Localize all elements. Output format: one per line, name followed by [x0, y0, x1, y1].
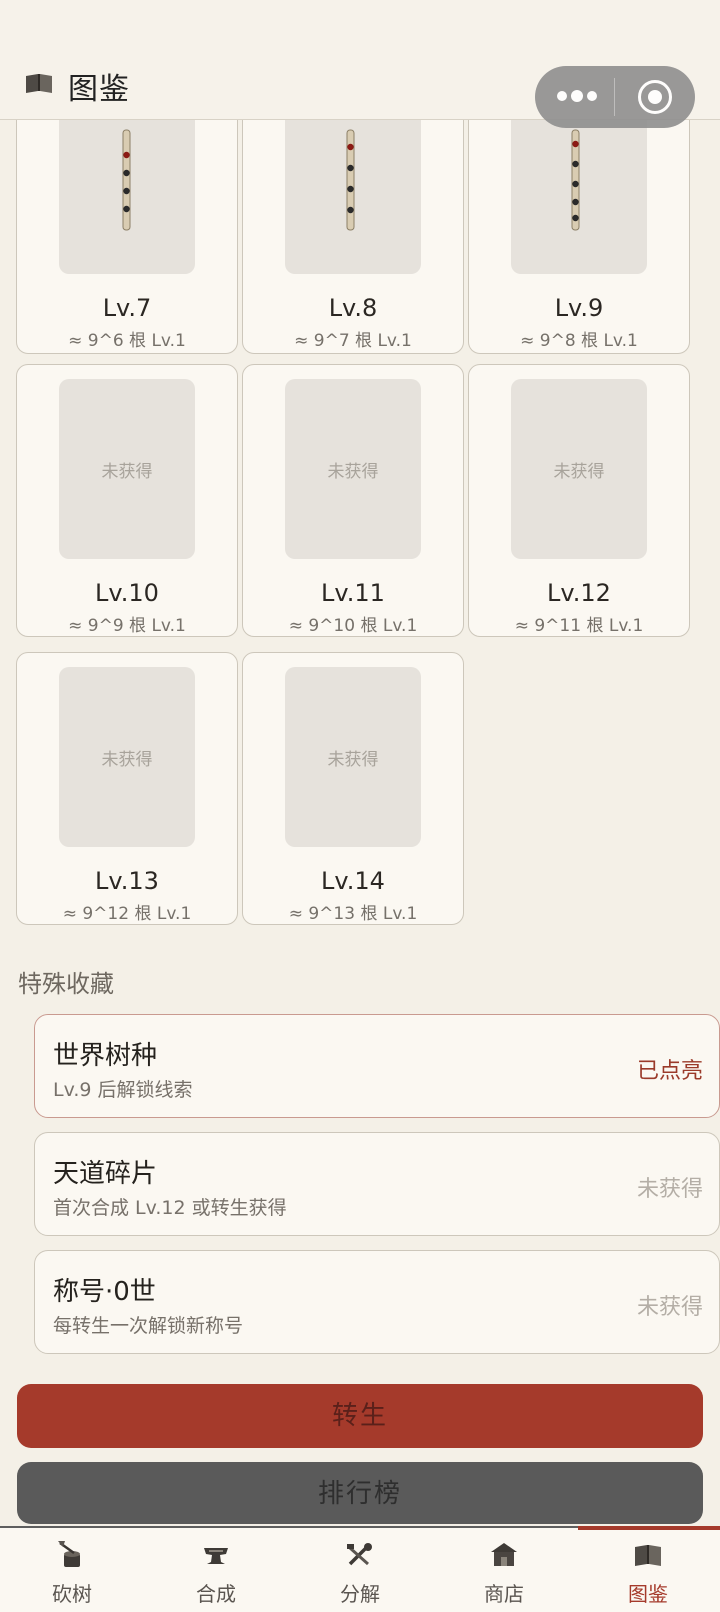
special-item-desc: 首次合成 Lv.12 或转生获得: [53, 1197, 287, 1219]
locked-label: 未获得: [327, 462, 379, 482]
card-level: Lv.11: [321, 579, 385, 607]
tab-label: 分解: [340, 1582, 380, 1606]
page-header: 图鉴: [0, 0, 720, 128]
collection-card-lv14[interactable]: 未获得 Lv.14 ≈ 9^13 根 Lv.1: [242, 652, 464, 925]
special-item-world-tree-seed[interactable]: 世界树种 Lv.9 后解锁线索 已点亮: [34, 1014, 720, 1118]
axe-stump-icon: [58, 1541, 80, 1567]
card-level: Lv.13: [95, 867, 159, 895]
stick-icon: [346, 129, 355, 231]
tab-decompose[interactable]: 分解: [288, 1528, 432, 1612]
rebirth-button[interactable]: 转生: [17, 1384, 703, 1448]
tab-shop[interactable]: 商店: [432, 1528, 576, 1612]
locked-placeholder: 未获得: [285, 379, 421, 559]
stick-image: [285, 94, 421, 274]
special-item-name: 天道碎片: [53, 1159, 158, 1189]
tab-craft[interactable]: 合成: [144, 1528, 288, 1612]
collection-card-lv11[interactable]: 未获得 Lv.11 ≈ 9^10 根 Lv.1: [242, 364, 464, 637]
card-requirement: ≈ 9^13 根 Lv.1: [288, 904, 418, 924]
locked-label: 未获得: [553, 462, 605, 482]
card-level: Lv.10: [95, 579, 159, 607]
card-requirement: ≈ 9^10 根 Lv.1: [288, 616, 418, 636]
card-requirement: ≈ 9^9 根 Lv.1: [68, 616, 186, 636]
book-icon: [635, 1545, 661, 1566]
special-item-heaven-fragment[interactable]: 天道碎片 首次合成 Lv.12 或转生获得 未获得: [34, 1132, 720, 1236]
collection-card-lv9[interactable]: Lv.9 ≈ 9^8 根 Lv.1: [468, 94, 690, 354]
special-item-status: 已点亮: [636, 1059, 703, 1084]
collection-card-lv12[interactable]: 未获得 Lv.12 ≈ 9^11 根 Lv.1: [468, 364, 690, 637]
special-collection-title: 特殊收藏: [18, 970, 114, 998]
tab-label: 合成: [196, 1582, 236, 1606]
tab-chop[interactable]: 砍树: [0, 1528, 144, 1612]
special-item-name: 称号·0世: [53, 1277, 156, 1307]
capsule-divider: [614, 78, 615, 116]
shop-icon: [491, 1543, 517, 1566]
collection-card-lv13[interactable]: 未获得 Lv.13 ≈ 9^12 根 Lv.1: [16, 652, 238, 925]
locked-placeholder: 未获得: [59, 379, 195, 559]
book-icon: [26, 74, 52, 93]
collection-card-lv7[interactable]: Lv.7 ≈ 9^6 根 Lv.1: [16, 94, 238, 354]
tab-collection[interactable]: 图鉴: [576, 1526, 720, 1612]
card-level: Lv.8: [328, 294, 378, 322]
tab-label: 图鉴: [628, 1582, 668, 1606]
card-level: Lv.9: [554, 294, 604, 322]
close-mini-program-icon[interactable]: [638, 80, 672, 114]
anvil-icon: [204, 1548, 228, 1564]
special-item-title-badge[interactable]: 称号·0世 每转生一次解锁新称号 未获得: [34, 1250, 720, 1354]
locked-label: 未获得: [327, 750, 379, 770]
special-item-status: 未获得: [636, 1177, 703, 1202]
tab-label: 砍树: [52, 1582, 92, 1606]
locked-label: 未获得: [101, 462, 153, 482]
card-requirement: ≈ 9^12 根 Lv.1: [62, 904, 192, 924]
card-requirement: ≈ 9^6 根 Lv.1: [68, 331, 186, 351]
special-item-desc: Lv.9 后解锁线索: [53, 1079, 193, 1101]
more-icon[interactable]: [557, 90, 597, 103]
card-level: Lv.14: [321, 867, 385, 895]
page-title: 图鉴: [68, 72, 130, 107]
leaderboard-button[interactable]: 排行榜: [17, 1462, 703, 1524]
special-item-status: 未获得: [636, 1295, 703, 1320]
card-level: Lv.12: [547, 579, 611, 607]
special-item-desc: 每转生一次解锁新称号: [53, 1315, 244, 1337]
card-level: Lv.7: [102, 294, 152, 322]
collection-card-lv8[interactable]: Lv.8 ≈ 9^7 根 Lv.1: [242, 94, 464, 354]
card-requirement: ≈ 9^7 根 Lv.1: [294, 331, 412, 351]
card-requirement: ≈ 9^8 根 Lv.1: [520, 331, 638, 351]
collection-card-lv10[interactable]: 未获得 Lv.10 ≈ 9^9 根 Lv.1: [16, 364, 238, 637]
special-item-name: 世界树种: [53, 1041, 158, 1071]
locked-label: 未获得: [101, 750, 153, 770]
locked-placeholder: 未获得: [285, 667, 421, 847]
tab-label: 商店: [484, 1582, 524, 1606]
stick-icon: [122, 129, 131, 231]
bottom-tab-bar: 砍树 合成 分解 商店 图鉴: [0, 1526, 720, 1612]
tools-icon: [347, 1543, 372, 1566]
locked-placeholder: 未获得: [59, 667, 195, 847]
stick-image: [59, 94, 195, 274]
locked-placeholder: 未获得: [511, 379, 647, 559]
mini-program-capsule: [535, 66, 695, 128]
card-requirement: ≈ 9^11 根 Lv.1: [514, 616, 644, 636]
